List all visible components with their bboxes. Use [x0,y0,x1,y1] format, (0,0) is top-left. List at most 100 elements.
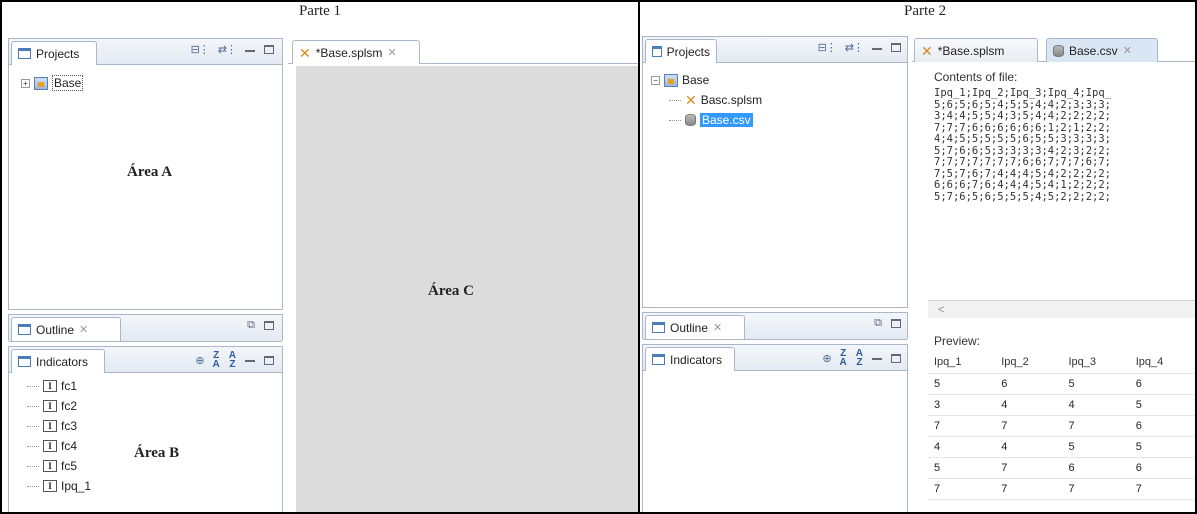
collapse-all-icon[interactable]: ⊟⋮ [191,43,210,56]
maximize-icon[interactable] [891,319,901,328]
preview-table: Ipq_1 Ipq_2 Ipq_3 Ipq_4 5 6 5 6 3 4 4 5 7 7 7 6 4 4 5 5 5 7 6 6… [928,352,1195,500]
restore-icon[interactable]: ⧉ [247,319,255,332]
indicator-icon: I [43,380,57,392]
tab-label: *Base.splsm [937,43,1005,58]
maximize-icon[interactable] [264,355,274,365]
filter-icon[interactable]: ⊕ [195,354,204,367]
table-row[interactable]: 7776 [928,415,1195,437]
indicators-view: Indicators ⊕ ZA AZ [642,344,908,512]
sort-az-icon[interactable]: AZ [856,349,863,368]
close-icon[interactable]: ✕ [387,46,396,59]
minimize-icon[interactable] [245,49,255,52]
tab-indicators-label: Indicators [36,354,89,369]
maximize-icon[interactable] [891,353,901,363]
link-editor-icon[interactable]: ⇄⋮ [218,43,237,56]
indicator-icon: I [43,480,57,492]
indicator-item[interactable]: Ifc3 [27,419,77,433]
restore-icon[interactable]: ⧉ [874,317,882,330]
table-cell: 7 [928,415,996,437]
tab-outline[interactable]: Outline ✕ [645,315,745,339]
view-icon [18,48,31,59]
minimize-icon[interactable] [245,360,255,362]
table-cell: 5 [1129,436,1195,458]
maximize-icon[interactable] [891,43,901,52]
view-icon [18,356,31,367]
table-cell: 5 [928,457,996,479]
table-cell: 4 [995,436,1063,458]
part-2: Parte 2 Projects ⊟⋮ ⇄⋮ − Base ✕ Basc.spl… [640,0,1197,514]
tree-item-base[interactable]: + Base [21,75,84,91]
table-row[interactable]: 5766 [928,457,1195,479]
indicator-item[interactable]: Ifc1 [27,379,77,393]
column-header[interactable]: Ipq_1 [928,352,996,374]
table-row[interactable]: 7777 [928,478,1195,500]
close-icon[interactable]: ✕ [1123,44,1132,57]
tab-outline[interactable]: Outline ✕ [11,317,121,341]
tab-projects[interactable]: Projects [11,41,97,65]
table-cell: 7 [928,478,996,500]
projects-tabbar: Projects ⊟⋮ ⇄⋮ [643,37,907,63]
tab-outline-label: Outline [36,322,75,337]
indicators-toolbar: ⊕ ZA AZ [195,351,274,370]
tab-label: Base.csv [1069,43,1118,58]
table-cell: 4 [1062,394,1130,416]
horizontal-scrollbar[interactable]: < [928,300,1195,318]
sort-az-icon[interactable]: AZ [229,351,236,370]
editor-area: ✕ *Base.splsm Base.csv ✕ Contents of fil… [912,36,1195,512]
outline-toolbar: ⧉ [874,317,901,330]
table-cell: 5 [1062,436,1130,458]
table-row[interactable]: 5656 [928,373,1195,395]
tab-indicators[interactable]: Indicators [645,347,735,371]
tab-base-splsm[interactable]: ✕ *Base.splsm [914,38,1038,62]
table-row[interactable]: 4455 [928,436,1195,458]
table-cell: 7 [995,457,1063,479]
column-header[interactable]: Ipq_3 [1062,352,1130,374]
expand-icon[interactable]: + [21,78,30,88]
indicator-item[interactable]: Ifc5 [27,459,77,473]
indicator-item[interactable]: Ifc4 [27,439,77,453]
table-cell: 5 [928,373,996,395]
tab-base-csv[interactable]: Base.csv ✕ [1046,38,1158,62]
tab-indicators-label: Indicators [670,352,723,367]
outline-tabbar: Outline ✕ ⧉ [9,315,282,342]
csv-line: 7;7;7;7;7;7;7;6;6;7;7;7;6;7; [934,156,1112,168]
table-cell: 7 [1062,478,1130,500]
splsm-file-icon: ✕ [299,44,311,61]
table-row[interactable]: 3445 [928,394,1195,416]
tree-item-splsm[interactable]: ✕ Basc.splsm [669,93,762,107]
database-icon [685,114,696,126]
maximize-icon[interactable] [264,45,274,54]
column-header[interactable]: Ipq_4 [1129,352,1195,374]
collapse-all-icon[interactable]: ⊟⋮ [818,41,837,54]
csv-line: 6;6;6;7;6;4;4;4;5;4;1;2;2;2; [934,179,1112,191]
tab-projects[interactable]: Projects [645,39,717,63]
close-icon[interactable]: ✕ [713,321,722,334]
projects-view: Projects ⊟⋮ ⇄⋮ − Base ✕ Basc.splsm Base.… [642,36,908,308]
sort-za-icon[interactable]: ZA [840,349,847,368]
close-icon[interactable]: ✕ [79,323,88,336]
minimize-icon[interactable] [872,47,882,50]
tree-item-label: Base [52,75,84,91]
maximize-icon[interactable] [264,321,274,330]
splsm-file-icon: ✕ [685,92,697,108]
column-header[interactable]: Ipq_2 [995,352,1063,374]
outline-toolbar: ⧉ [247,319,274,332]
link-editor-icon[interactable]: ⇄⋮ [845,41,864,54]
outline-view: Outline ✕ ⧉ [8,314,283,342]
tree-item-csv[interactable]: Base.csv [669,113,753,127]
tab-indicators[interactable]: Indicators [11,349,105,373]
sort-za-icon[interactable]: ZA [213,351,220,370]
indicator-item[interactable]: I Ipq_1 [27,479,91,493]
database-icon [1053,44,1064,57]
indicator-icon: I [43,420,57,432]
csv-contents[interactable]: Ipq_1;Ipq_2;Ipq_3;Ipq_4;Ipq_ 5;6;5;6;5;4;… [934,87,1112,203]
tree-item-base[interactable]: − Base [651,73,709,87]
table-cell: 7 [1129,478,1195,500]
collapse-icon[interactable]: − [651,75,660,85]
indicators-tabbar: Indicators ⊕ ZA AZ [643,345,907,371]
tab-base-splsm[interactable]: ✕ *Base.splsm ✕ [292,40,420,64]
tab-base-splsm-label: *Base.splsm [315,45,383,60]
minimize-icon[interactable] [872,358,882,360]
indicator-item[interactable]: Ifc2 [27,399,77,413]
filter-icon[interactable]: ⊕ [822,352,831,365]
